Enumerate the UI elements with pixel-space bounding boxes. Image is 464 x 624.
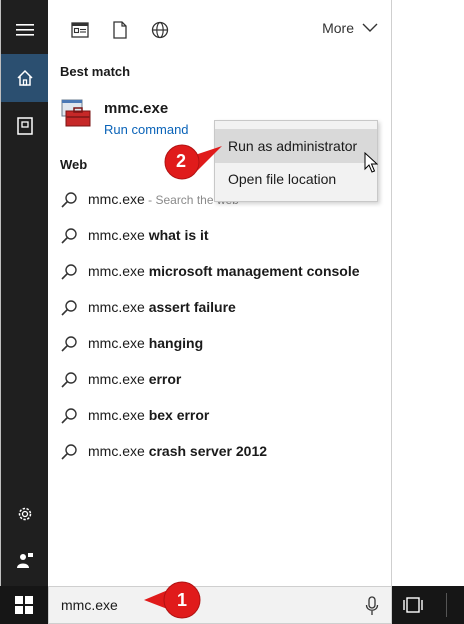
home-icon xyxy=(17,69,33,86)
web-result-text: mmc.exe microsoft management console xyxy=(88,263,360,279)
web-result-row[interactable]: mmc.exe crash server 2012 xyxy=(48,434,392,470)
callout-badge-2 xyxy=(164,144,222,180)
search-results-panel: More Best match mmc.exe Run command Web … xyxy=(48,0,392,586)
filter-bar: More xyxy=(48,0,392,58)
search-input[interactable]: mmc.exe xyxy=(61,597,118,613)
apps-icon xyxy=(71,22,89,38)
run-as-administrator-menu-item[interactable]: Run as administrator xyxy=(215,129,377,163)
web-result-row[interactable]: mmc.exe what is it xyxy=(48,218,392,254)
settings-button[interactable] xyxy=(1,490,49,538)
web-result-text: mmc.exe error xyxy=(88,371,182,387)
notebook-button[interactable] xyxy=(1,102,49,150)
web-result-text: mmc.exe assert failure xyxy=(88,299,236,315)
documents-filter-button[interactable] xyxy=(108,18,132,42)
open-file-location-menu-item[interactable]: Open file location xyxy=(215,162,377,196)
web-result-row[interactable]: mmc.exe microsoft management console xyxy=(48,254,392,290)
web-result-row[interactable]: mmc.exe error xyxy=(48,362,392,398)
user-feedback-icon xyxy=(17,553,33,568)
hamburger-button[interactable] xyxy=(1,6,49,54)
best-match-name: mmc.exe xyxy=(104,100,169,117)
toolbox-icon xyxy=(61,99,91,127)
home-button[interactable] xyxy=(1,54,49,102)
more-label: More xyxy=(322,20,354,36)
notebook-icon xyxy=(17,117,33,135)
web-result-text: mmc.exe bex error xyxy=(88,407,210,423)
search-icon xyxy=(61,192,77,208)
search-icon xyxy=(61,372,77,388)
gear-icon xyxy=(18,507,32,521)
web-result-row[interactable]: mmc.exe assert failure xyxy=(48,290,392,326)
web-result-row[interactable]: mmc.exe hanging xyxy=(48,326,392,362)
web-result-text: mmc.exe what is it xyxy=(88,227,209,243)
task-view-icon[interactable] xyxy=(402,595,424,615)
taskbar-divider xyxy=(446,593,447,617)
callout-number-2: 2 xyxy=(176,151,187,171)
callout-number-1: 1 xyxy=(177,590,188,610)
search-icon xyxy=(61,336,77,352)
best-match-heading: Best match xyxy=(60,64,131,79)
mouse-cursor-icon xyxy=(364,152,378,173)
chevron-down-icon xyxy=(362,23,378,32)
context-menu: Run as administrator Open file location xyxy=(214,120,378,202)
search-icon xyxy=(61,408,77,424)
apps-filter-button[interactable] xyxy=(68,18,92,42)
start-button[interactable] xyxy=(0,586,48,624)
more-filters-button[interactable]: More xyxy=(322,20,378,36)
search-icon xyxy=(61,228,77,244)
web-result-text: mmc.exe hanging xyxy=(88,335,204,351)
document-icon xyxy=(113,21,127,39)
search-icon xyxy=(61,300,77,316)
search-icon xyxy=(61,264,77,280)
microphone-icon[interactable] xyxy=(365,596,379,616)
search-icon xyxy=(61,444,77,460)
web-result-row[interactable]: mmc.exe bex error xyxy=(48,398,392,434)
left-rail xyxy=(0,0,49,586)
web-heading: Web xyxy=(60,157,88,172)
globe-icon xyxy=(151,21,169,39)
feedback-button[interactable] xyxy=(1,536,49,584)
hamburger-icon xyxy=(16,24,34,36)
web-result-text: mmc.exe crash server 2012 xyxy=(88,443,268,459)
windows-logo-icon xyxy=(15,596,33,614)
web-filter-button[interactable] xyxy=(148,18,172,42)
best-match-subtitle: Run command xyxy=(104,122,189,137)
search-box[interactable]: mmc.exe xyxy=(48,586,392,624)
taskbar: mmc.exe xyxy=(0,586,464,624)
